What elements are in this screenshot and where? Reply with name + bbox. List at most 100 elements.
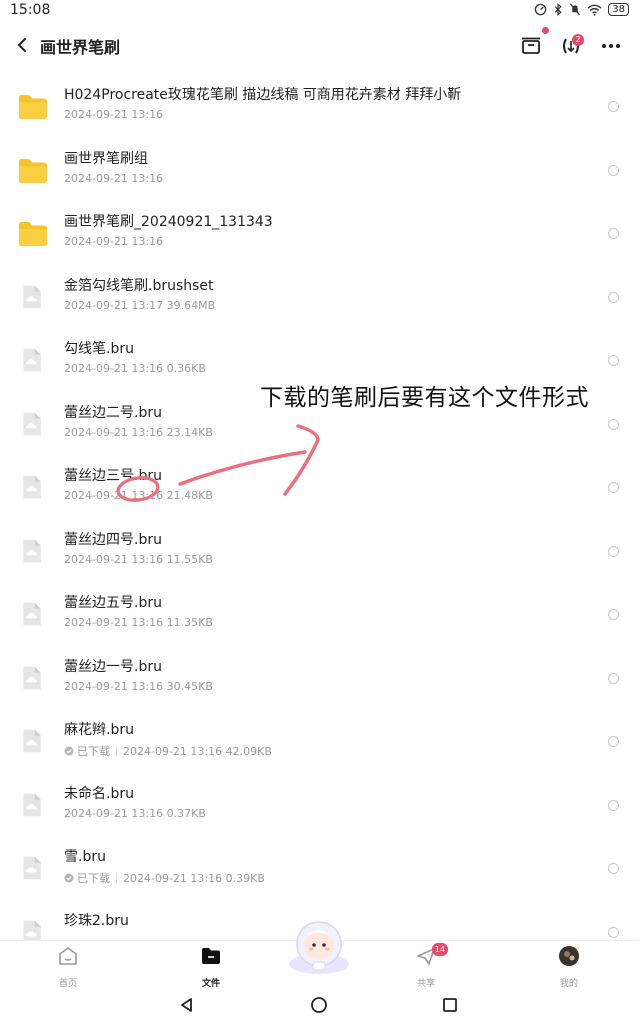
file-meta: 2024-09-21 13:16 11.55KB (64, 553, 213, 566)
file-icon (23, 920, 41, 940)
select-radio[interactable] (608, 291, 619, 303)
bluetooth-icon (555, 3, 562, 16)
file-date-size: 2024-09-21 13:16 0.37KB (64, 806, 206, 820)
mascot-button[interactable] (284, 918, 354, 976)
file-name: 雪.bru (64, 849, 106, 865)
file-icon (23, 348, 41, 372)
file-name: 蕾丝边五号.bru (64, 595, 162, 611)
system-back-icon[interactable] (178, 996, 196, 1014)
meta-divider (116, 873, 117, 883)
select-radio[interactable] (608, 736, 619, 747)
file-name: 画世界笔刷_20240921_131343 (64, 214, 273, 230)
file-icon (23, 285, 41, 308)
select-radio[interactable] (608, 863, 619, 874)
file-date-size: 2024-09-21 13:16 (64, 171, 164, 185)
select-radio[interactable] (608, 609, 619, 620)
file-meta: 2024-09-21 13:16 23.14KB (64, 426, 213, 439)
file-date-size: 2024-09-21 13:16 11.35KB (64, 616, 213, 629)
notification-dot (542, 27, 549, 34)
nav-home[interactable]: 首页 (38, 945, 98, 989)
file-meta: 已下载 2024-09-21 13:16 42.09KB (64, 743, 272, 759)
file-row[interactable]: 麻花辫.bru 已下载 2024-09-21 13:16 42.09KB (0, 709, 639, 773)
select-radio[interactable] (608, 799, 619, 811)
folder-icon (19, 95, 47, 119)
status-bar: 15:08 38 (0, 0, 639, 22)
file-meta: 2024-09-21 13:16 30.45KB (64, 680, 213, 693)
file-row[interactable]: 画世界笔刷_20240921_131343 2024-09-21 13:16 (0, 201, 639, 265)
downloaded-status: 已下载 (64, 870, 110, 886)
file-name: H024Procreate玫瑰花笔刷 描边线稿 可商用花卉素材 拜拜小靳 (64, 87, 462, 103)
select-radio[interactable] (608, 355, 619, 366)
status-time: 15:08 (10, 2, 51, 18)
file-icon (23, 412, 41, 435)
file-meta: 2024-09-21 13:16 21.48KB (64, 489, 213, 502)
select-radio[interactable] (608, 164, 619, 176)
share-badge: 14 (432, 943, 448, 956)
file-row[interactable]: 蕾丝边五号.bru 2024-09-21 13:16 11.35KB (0, 582, 639, 646)
nav-mine-label: 我的 (559, 979, 578, 989)
system-recents-icon[interactable] (441, 996, 459, 1014)
file-name: 未命名.bru (64, 785, 134, 802)
nav-mine[interactable]: 我的 (539, 945, 599, 989)
file-row[interactable]: H024Procreate玫瑰花笔刷 描边线稿 可商用花卉素材 拜拜小靳 2024… (0, 74, 639, 138)
file-row[interactable]: 雪.bru 已下载 2024-09-21 13:16 0.39KB (0, 836, 639, 900)
transfer-badge: 2 (572, 34, 584, 46)
downloaded-label: 已下载 (77, 745, 110, 758)
top-bar: 画世界笔刷 2 (0, 24, 639, 68)
file-name: 金箔勾线笔刷.brushset (64, 277, 214, 294)
system-home-icon[interactable] (310, 996, 328, 1014)
nav-files[interactable]: 文件 (181, 945, 241, 989)
file-name: 画世界笔刷组 (64, 150, 148, 167)
file-meta: 2024-09-21 13:16 (64, 172, 163, 185)
nav-files-label: 文件 (201, 979, 220, 989)
file-list: H024Procreate玫瑰花笔刷 描边线稿 可商用花卉素材 拜拜小靳 2024… (0, 74, 639, 940)
file-name: 蕾丝边三号.bru (64, 468, 162, 484)
select-radio[interactable] (608, 101, 619, 112)
select-radio[interactable] (608, 545, 619, 557)
select-radio[interactable] (608, 926, 619, 938)
select-radio[interactable] (608, 228, 619, 239)
nav-share-label: 共享 (416, 979, 435, 989)
status-icons: 38 (534, 3, 629, 16)
file-date-size: 2024-09-21 13:16 23.14KB (64, 425, 213, 439)
file-meta: 2024-09-21 13:16 11.35KB (64, 616, 213, 629)
file-row[interactable]: 蕾丝边一号.bru 2024-09-21 13:16 30.45KB (0, 646, 639, 710)
file-icon (23, 666, 41, 689)
downloaded-status: 已下载 (64, 743, 110, 759)
file-name: 珍珠2.bru (64, 912, 129, 929)
downloaded-check-icon (64, 873, 74, 883)
nav-home-label: 首页 (58, 979, 77, 989)
file-row[interactable]: 画世界笔刷组 2024-09-21 13:16 (0, 138, 639, 202)
file-name: 勾线笔.bru (64, 341, 134, 357)
file-icon (23, 729, 41, 753)
select-radio[interactable] (608, 672, 619, 684)
file-row[interactable]: 蕾丝边三号.bru 2024-09-21 13:16 21.48KB (0, 455, 639, 519)
file-date-size: 2024-09-21 13:16 30.45KB (64, 679, 213, 693)
file-icon (23, 475, 41, 499)
archive-icon[interactable] (518, 33, 544, 59)
file-date-size: 2024-09-21 13:16 42.09KB (123, 744, 272, 758)
file-name: 麻花辫.bru (64, 722, 134, 738)
select-radio[interactable] (608, 418, 619, 430)
battery-indicator: 38 (608, 3, 629, 16)
back-button[interactable] (12, 34, 34, 56)
file-row[interactable]: 未命名.bru 2024-09-21 13:16 0.37KB (0, 773, 639, 837)
file-meta: 2024-09-21 13:16 (64, 235, 163, 248)
file-meta: 2024-09-21 13:16 0.37KB (64, 807, 206, 820)
more-icon[interactable] (598, 33, 624, 59)
select-radio[interactable] (608, 482, 619, 493)
folder-icon (19, 222, 47, 246)
nav-share[interactable]: 14 共享 (396, 943, 456, 989)
downloaded-label: 已下载 (77, 872, 110, 885)
file-date-size: 2024-09-21 13:16 0.36KB (64, 362, 206, 375)
avatar (559, 946, 579, 966)
mute-icon (570, 3, 581, 16)
file-row[interactable]: 金箔勾线笔刷.brushset 2024-09-21 13:17 39.64MB (0, 265, 639, 329)
file-meta: 2024-09-21 13:16 0.36KB (64, 362, 206, 375)
file-icon (23, 602, 41, 626)
file-icon (23, 793, 41, 816)
file-date-size: 2024-09-21 13:16 (64, 235, 164, 248)
file-row[interactable]: 蕾丝边四号.bru 2024-09-21 13:16 11.55KB (0, 519, 639, 583)
file-name: 蕾丝边一号.bru (64, 658, 162, 675)
file-icon (23, 539, 41, 562)
